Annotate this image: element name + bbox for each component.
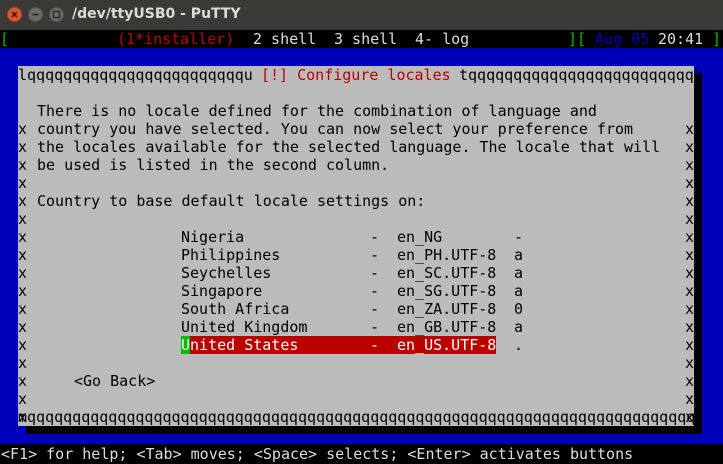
prompt-text: Country to base default locale settings … (37, 192, 426, 210)
locale-option-nigeria[interactable]: Nigeria - en_NG - (18, 228, 523, 246)
locale-option-united-kingdom[interactable]: United Kingdom - en_GB.UTF-8 a (18, 318, 523, 336)
terminal-screen[interactable]: [ (1*installer) 2 shell 3 shell 4- log ]… (0, 30, 723, 464)
locale-option-united-states-selected[interactable]: United States - en_US.UTF-8 . (18, 336, 523, 354)
locale-option-seychelles[interactable]: Seychelles - en_SC.UTF-8 a (18, 264, 523, 282)
dialog-bottom-border: mqqqqqqqqqqqqqqqqqqqqqqqqqqqqqqqqqqqqqqq… (18, 408, 705, 426)
minimize-icon (32, 13, 39, 16)
description-line-1: There is no locale defined for the combi… (37, 102, 597, 120)
locale-option-singapore[interactable]: Singapore - en_SG.UTF-8 a (18, 282, 523, 300)
window-titlebar: /dev/ttyUSB0 - PuTTY (0, 0, 723, 30)
status-left-bracket: [ (0, 30, 10, 48)
maximize-icon (52, 10, 61, 19)
close-button[interactable] (7, 7, 22, 22)
screen-status-bar: [ (1*installer) 2 shell 3 shell 4- log ]… (0, 30, 723, 48)
help-line: <F1> for help; <Tab> moves; <Space> sele… (1, 445, 634, 463)
maximize-button[interactable] (49, 7, 64, 22)
status-window-installer[interactable]: (1*installer) (117, 30, 234, 48)
status-window-shell-2[interactable]: 2 shell (253, 30, 316, 48)
locale-option-south-africa[interactable]: South Africa - en_ZA.UTF-8 0 (18, 300, 523, 318)
description-line-4: be used is listed in the second column. (37, 156, 390, 174)
close-icon (11, 11, 18, 18)
help-line-bar: <F1> for help; <Tab> moves; <Space> sele… (0, 444, 723, 464)
configure-locales-dialog: lqqqqqqqqqqqqqqqqqqqqqqqqu [!] Configure… (18, 66, 704, 426)
status-mid-bracket: ][ (568, 30, 587, 48)
description-line-3: the locales available for the selected l… (37, 138, 661, 156)
status-end-bracket: ] (712, 30, 722, 48)
dialog-title: [!] Configure locales (261, 66, 451, 84)
dialog-top-border-left: lqqqqqqqqqqqqqqqqqqqqqqqqu (18, 66, 253, 84)
status-window-log[interactable]: 4- log (415, 30, 469, 48)
dialog-shadow-bottom (26, 426, 702, 434)
description-line-2: country you have selected. You can now s… (37, 120, 634, 138)
dialog-right-border: xxxxxxxxxxxxxxxxx (685, 120, 695, 426)
dialog-shadow-right (694, 74, 702, 434)
status-time: 20:41 (658, 30, 704, 48)
locale-option-philippines[interactable]: Philippines - en_PH.UTF-8 a (18, 246, 523, 264)
go-back-button[interactable]: <Go Back> (74, 372, 155, 390)
status-date: Aug 05 (595, 30, 650, 48)
status-window-shell-3[interactable]: 3 shell (334, 30, 397, 48)
minimize-button[interactable] (28, 7, 43, 22)
window-title: /dev/ttyUSB0 - PuTTY (72, 6, 241, 22)
dialog-top-border-right: tqqqqqqqqqqqqqqqqqqqqqqqqqk (459, 66, 703, 84)
